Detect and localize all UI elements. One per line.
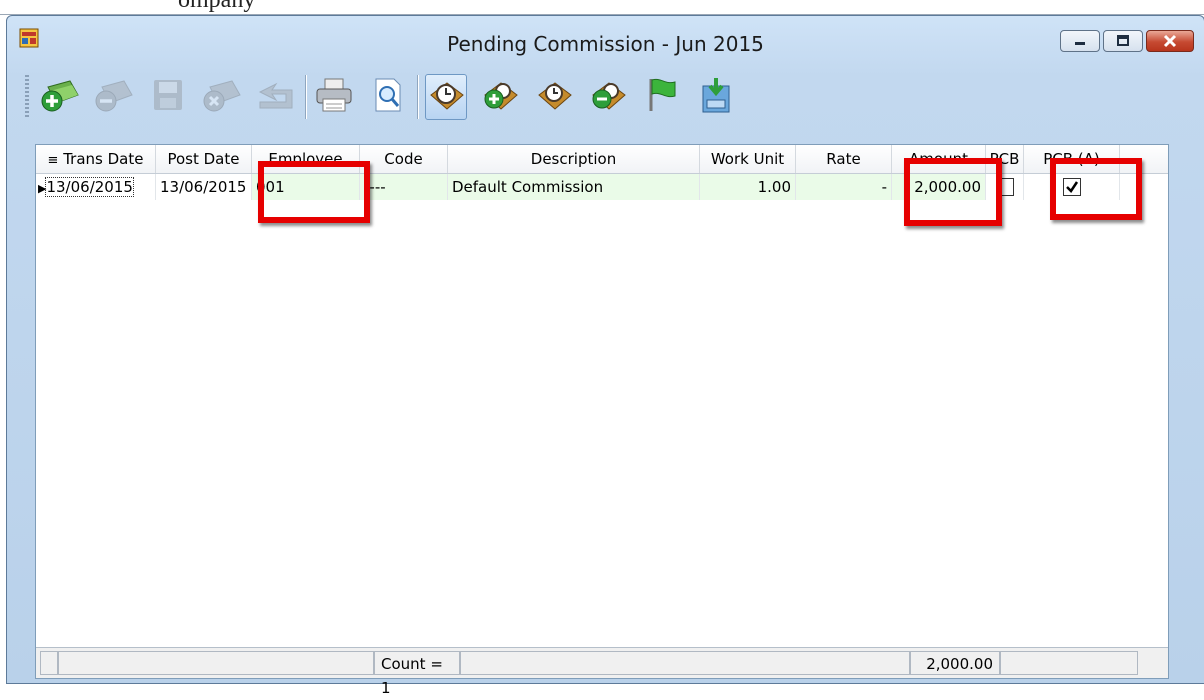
archive-button[interactable] xyxy=(695,74,737,120)
title-bar: Pending Commission - Jun 2015 xyxy=(7,16,1204,66)
column-chooser-icon[interactable]: ≡ xyxy=(48,153,59,168)
pending-commission-button[interactable] xyxy=(425,74,467,120)
column-header-trans-date[interactable]: ≡ Trans Date xyxy=(36,145,156,173)
delete-commission-button[interactable] xyxy=(93,74,135,120)
undo-button[interactable] xyxy=(255,74,297,120)
footer-blank-cell xyxy=(58,651,374,675)
footer-blank-cell xyxy=(1000,651,1138,675)
column-header-work-unit[interactable]: Work Unit xyxy=(700,145,796,173)
window-controls xyxy=(1057,30,1194,52)
toolbar-separator xyxy=(417,75,419,119)
cell-trans-date[interactable]: ▶13/06/2015 xyxy=(36,174,156,200)
preview-button[interactable] xyxy=(367,74,409,120)
cell-work-unit[interactable]: 1.00 xyxy=(700,174,796,200)
archive-icon xyxy=(699,76,733,118)
cell-post-date[interactable]: 13/06/2015 xyxy=(156,174,252,200)
pending-commission-icon xyxy=(427,77,465,117)
window-title: Pending Commission - Jun 2015 xyxy=(447,32,764,56)
close-button[interactable] xyxy=(1146,30,1194,52)
grid-footer: Count = 1 2,000.00 xyxy=(36,647,1168,697)
footer-count: Count = 1 xyxy=(374,651,460,697)
print-button[interactable] xyxy=(313,74,355,120)
commission-window: Pending Commission - Jun 2015 ≡ Trans Da… xyxy=(6,15,1204,697)
remove-pending-icon xyxy=(589,77,627,117)
flag-button[interactable] xyxy=(641,74,683,120)
restore-button[interactable] xyxy=(1103,30,1143,52)
remove-pending-button[interactable] xyxy=(587,74,629,120)
add-commission-icon xyxy=(40,77,80,117)
highlight-pcb-a xyxy=(1050,158,1142,220)
background-document: ompany xyxy=(0,0,1204,16)
column-header-description[interactable]: Description xyxy=(448,145,700,173)
preview-icon xyxy=(372,77,404,117)
flag-icon xyxy=(645,77,679,117)
cancel-icon xyxy=(202,77,242,117)
save-button[interactable] xyxy=(147,74,189,120)
highlight-amount xyxy=(904,158,1002,226)
toolbar-separator xyxy=(305,75,307,119)
column-header-rate[interactable]: Rate xyxy=(796,145,892,173)
cancel-button[interactable] xyxy=(201,74,243,120)
add-pending-button[interactable] xyxy=(479,74,521,120)
footer-indicator-cell xyxy=(40,651,58,675)
save-icon xyxy=(152,78,184,116)
print-icon xyxy=(315,77,353,117)
cell-code[interactable]: ---- xyxy=(360,174,448,200)
toolbar-grip[interactable] xyxy=(25,75,29,119)
add-pending-icon xyxy=(481,77,519,117)
footer-blank-cell xyxy=(460,651,910,675)
minimize-button[interactable] xyxy=(1060,30,1100,52)
column-header-code[interactable]: Code xyxy=(360,145,448,173)
cell-description[interactable]: Default Commission xyxy=(448,174,700,200)
edit-pending-icon xyxy=(535,77,573,117)
footer-total-amount: 2,000.00 xyxy=(910,651,1000,675)
add-commission-button[interactable] xyxy=(39,74,81,120)
edit-pending-button[interactable] xyxy=(533,74,575,120)
column-header-post-date[interactable]: Post Date xyxy=(156,145,252,173)
delete-commission-icon xyxy=(94,77,134,117)
background-text: ompany xyxy=(178,0,256,13)
cell-rate[interactable]: - xyxy=(796,174,892,200)
undo-icon xyxy=(256,78,296,116)
toolbar xyxy=(25,66,749,128)
highlight-employee xyxy=(258,161,370,223)
